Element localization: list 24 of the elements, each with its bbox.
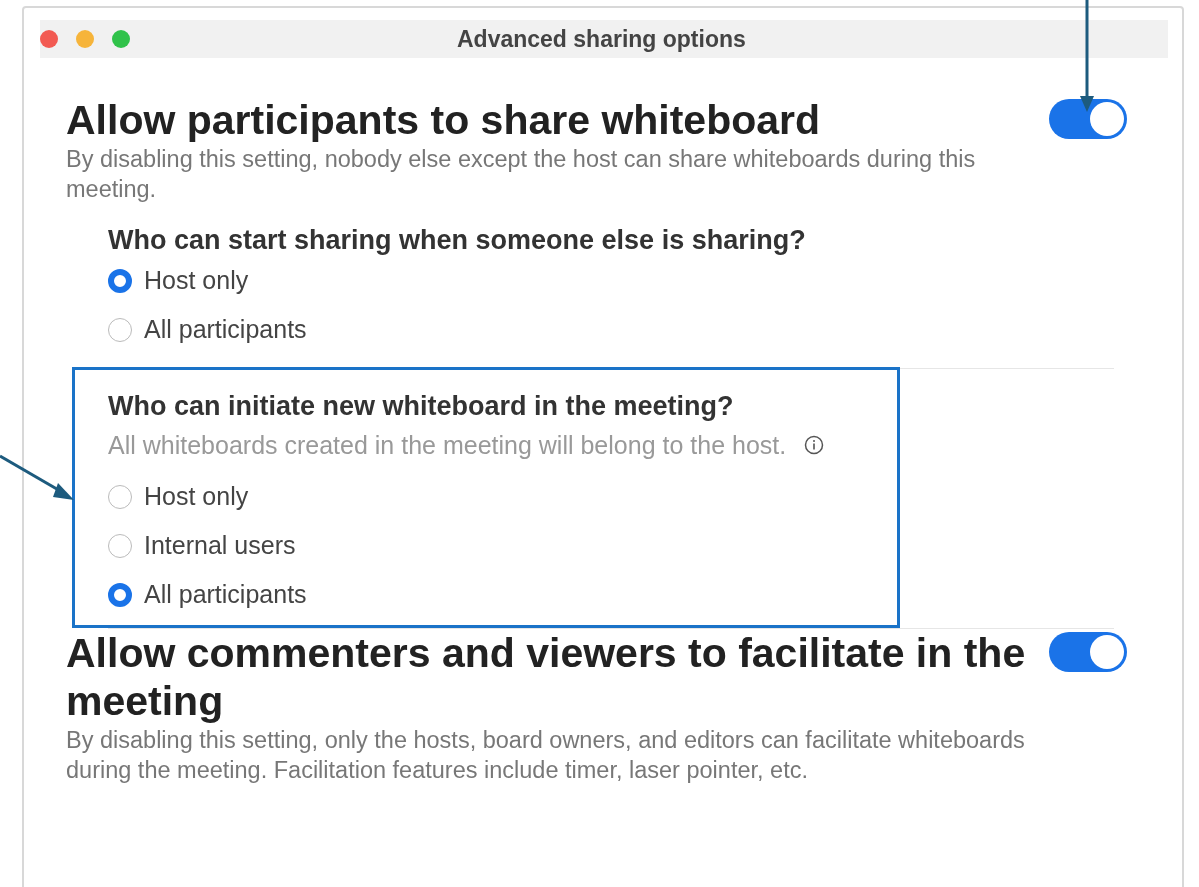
setting-description: By disabling this setting, nobody else except the host can share whiteboards during this meeting. [66, 145, 977, 204]
option-label: Host only [144, 266, 249, 295]
question-label: Who can start sharing when someone else is sharing? [108, 224, 807, 256]
question-label: Who can initiate new whiteboard in the meeting? [108, 390, 735, 422]
option-label: All participants [144, 580, 307, 609]
radio-button[interactable] [108, 484, 132, 509]
minimize-button[interactable] [76, 30, 94, 48]
radio-button[interactable] [108, 582, 132, 607]
option-label: Internal users [144, 531, 296, 560]
question-note: All whiteboards created in the meeting will belong to the host. [108, 430, 787, 460]
radio-button[interactable] [108, 317, 132, 342]
toggle-switch[interactable] [1049, 632, 1127, 672]
toggle-switch[interactable] [1049, 99, 1127, 139]
setting-description: By disabling this setting, only the hosts, board owners, and editors can facilitate whiteboards during the meeting. Facilitation features include timer, laser pointer, etc. [66, 726, 1026, 785]
setting-title: Allow commenters and viewers to facilitate in the meeting [66, 629, 1027, 725]
option-label: Host only [144, 482, 249, 511]
info-icon[interactable] [804, 435, 825, 455]
window-title: Advanced sharing options [457, 25, 746, 53]
zoom-button[interactable] [112, 30, 130, 48]
radio-button[interactable] [108, 268, 132, 293]
option-label: All participants [144, 315, 307, 344]
radio-button[interactable] [108, 533, 132, 558]
setting-title: Allow participants to share whiteboard [66, 96, 821, 144]
close-button[interactable] [40, 30, 58, 48]
